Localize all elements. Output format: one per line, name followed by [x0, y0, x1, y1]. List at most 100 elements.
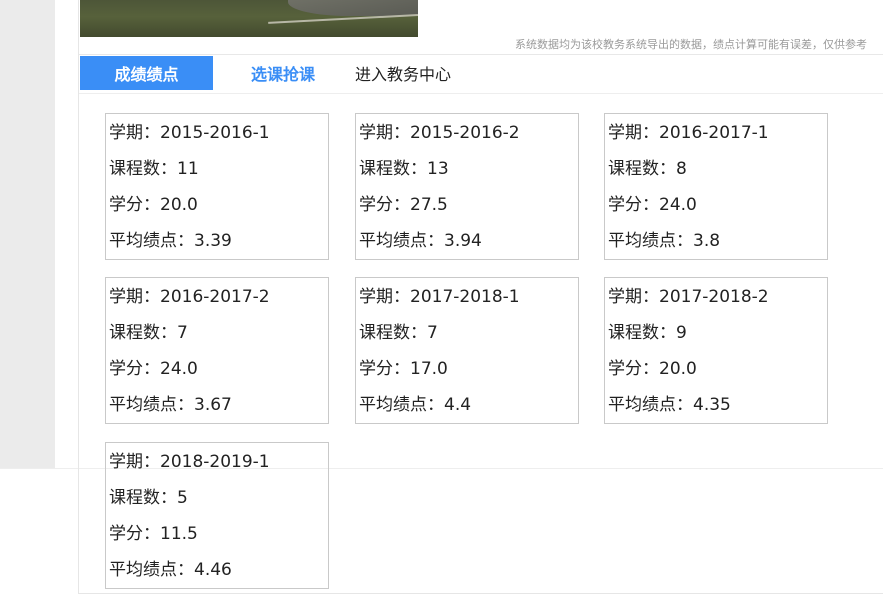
course-count-label: 课程数：: [359, 323, 427, 343]
gpa-value: 4.35: [693, 395, 731, 415]
credits-label: 学分：: [608, 195, 659, 215]
course-count-value: 13: [427, 159, 449, 179]
credits-value: 24.0: [659, 195, 697, 215]
banner-image: [80, 0, 418, 37]
course-count-row: 课程数：11: [109, 151, 328, 187]
term-label: 学期：: [109, 123, 160, 143]
tab-course-selection[interactable]: 选课抢课: [213, 56, 353, 90]
term-row: 学期：2018-2019-1: [109, 444, 328, 480]
term-row: 学期：2015-2016-1: [109, 115, 328, 151]
gpa-label: 平均绩点：: [608, 395, 693, 415]
credits-row: 学分：27.5: [359, 187, 578, 223]
credits-label: 学分：: [359, 359, 410, 379]
course-count-value: 11: [177, 159, 199, 179]
data-disclaimer-notice: 系统数据均为该校教务系统导出的数据，绩点计算可能有误差，仅供参考: [515, 38, 867, 51]
term-card: 学期：2016-2017-2 课程数：7 学分：24.0 平均绩点：3.67: [105, 277, 329, 424]
credits-row: 学分：24.0: [109, 351, 328, 387]
credits-label: 学分：: [109, 195, 160, 215]
course-count-value: 8: [676, 159, 687, 179]
term-card: 学期：2015-2016-2 课程数：13 学分：27.5 平均绩点：3.94: [355, 113, 579, 260]
term-row: 学期：2015-2016-2: [359, 115, 578, 151]
credits-label: 学分：: [608, 359, 659, 379]
credits-label: 学分：: [359, 195, 410, 215]
gpa-label: 平均绩点：: [359, 231, 444, 251]
course-count-row: 课程数：9: [608, 315, 827, 351]
credits-value: 27.5: [410, 195, 448, 215]
credits-row: 学分：20.0: [608, 351, 827, 387]
term-card: 学期：2017-2018-2 课程数：9 学分：20.0 平均绩点：4.35: [604, 277, 828, 424]
term-value: 2018-2019-1: [160, 452, 270, 472]
term-card: 学期：2016-2017-1 课程数：8 学分：24.0 平均绩点：3.8: [604, 113, 828, 260]
course-count-row: 课程数：5: [109, 480, 328, 516]
credits-value: 20.0: [659, 359, 697, 379]
gpa-row: 平均绩点：4.4: [359, 387, 578, 423]
course-count-row: 课程数：13: [359, 151, 578, 187]
gpa-value: 4.4: [444, 395, 472, 415]
course-count-label: 课程数：: [109, 159, 177, 179]
term-value: 2015-2016-1: [160, 123, 270, 143]
term-row: 学期：2016-2017-1: [608, 115, 827, 151]
gpa-value: 3.8: [693, 231, 721, 251]
term-label: 学期：: [359, 123, 410, 143]
term-row: 学期：2017-2018-1: [359, 279, 578, 315]
header-divider: [79, 54, 883, 55]
main-tabs: 成绩绩点 选课抢课 进入教务中心: [80, 56, 453, 90]
gpa-row: 平均绩点：3.94: [359, 223, 578, 259]
gpa-row: 平均绩点：4.35: [608, 387, 827, 423]
gpa-label: 平均绩点：: [109, 231, 194, 251]
credits-value: 24.0: [160, 359, 198, 379]
gpa-row: 平均绩点：3.67: [109, 387, 328, 423]
tab-grades-gpa[interactable]: 成绩绩点: [80, 56, 213, 90]
credits-row: 学分：11.5: [109, 516, 328, 552]
course-count-label: 课程数：: [359, 159, 427, 179]
gpa-label: 平均绩点：: [608, 231, 693, 251]
gpa-label: 平均绩点：: [359, 395, 444, 415]
term-label: 学期：: [109, 287, 160, 307]
gpa-row: 平均绩点：3.8: [608, 223, 827, 259]
term-label: 学期：: [608, 287, 659, 307]
term-label: 学期：: [608, 123, 659, 143]
gpa-value: 3.39: [194, 231, 232, 251]
gpa-row: 平均绩点：3.39: [109, 223, 328, 259]
credits-row: 学分：24.0: [608, 187, 827, 223]
credits-row: 学分：17.0: [359, 351, 578, 387]
credits-value: 11.5: [160, 524, 198, 544]
tab-academic-affairs[interactable]: 进入教务中心: [353, 56, 453, 90]
credits-label: 学分：: [109, 524, 160, 544]
course-count-value: 9: [676, 323, 687, 343]
term-card: 学期：2018-2019-1 课程数：5 学分：11.5 平均绩点：4.46: [105, 442, 329, 589]
gpa-value: 3.67: [194, 395, 232, 415]
term-card: 学期：2015-2016-1 课程数：11 学分：20.0 平均绩点：3.39: [105, 113, 329, 260]
term-row: 学期：2016-2017-2: [109, 279, 328, 315]
course-count-label: 课程数：: [109, 488, 177, 508]
left-gutter: [0, 0, 55, 468]
course-count-label: 课程数：: [608, 159, 676, 179]
course-count-label: 课程数：: [109, 323, 177, 343]
gpa-label: 平均绩点：: [109, 395, 194, 415]
banner-road-shape: [288, 0, 418, 16]
term-row: 学期：2017-2018-2: [608, 279, 827, 315]
gpa-row: 平均绩点：4.46: [109, 552, 328, 588]
credits-row: 学分：20.0: [109, 187, 328, 223]
term-value: 2017-2018-1: [410, 287, 520, 307]
course-count-value: 5: [177, 488, 188, 508]
term-value: 2016-2017-2: [160, 287, 270, 307]
term-card: 学期：2017-2018-1 课程数：7 学分：17.0 平均绩点：4.4: [355, 277, 579, 424]
term-value: 2016-2017-1: [659, 123, 769, 143]
gpa-label: 平均绩点：: [109, 560, 194, 580]
credits-label: 学分：: [109, 359, 160, 379]
course-count-row: 课程数：8: [608, 151, 827, 187]
course-count-value: 7: [177, 323, 188, 343]
course-count-row: 课程数：7: [359, 315, 578, 351]
tabs-divider: [79, 93, 883, 94]
credits-value: 20.0: [160, 195, 198, 215]
gpa-value: 4.46: [194, 560, 232, 580]
credits-value: 17.0: [410, 359, 448, 379]
gpa-value: 3.94: [444, 231, 482, 251]
term-label: 学期：: [359, 287, 410, 307]
course-count-value: 7: [427, 323, 438, 343]
course-count-label: 课程数：: [608, 323, 676, 343]
term-value: 2015-2016-2: [410, 123, 520, 143]
term-label: 学期：: [109, 452, 160, 472]
course-count-row: 课程数：7: [109, 315, 328, 351]
